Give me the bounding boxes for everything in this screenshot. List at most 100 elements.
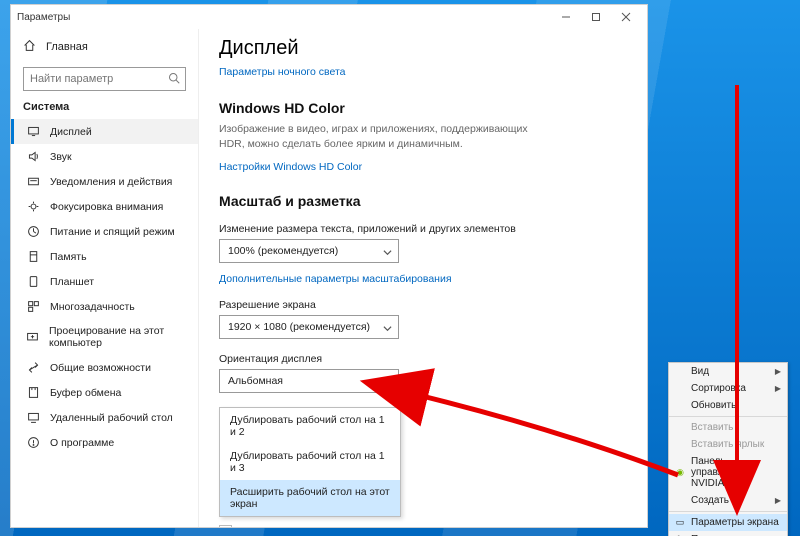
sidebar-item-label: Проецирование на этот компьютер [49,325,186,349]
night-light-link[interactable]: Параметры ночного света [219,66,346,78]
sidebar-item[interactable]: Уведомления и действия [11,169,198,194]
sidebar-item-label: Общие возможности [50,362,151,374]
chevron-down-icon [383,378,392,390]
sidebar-item-label: Питание и спящий режим [50,226,175,238]
resolution-combo-value: 1920 × 1080 (рекомендуется) [228,321,370,333]
nav-icon [26,150,40,163]
checkbox-icon [219,525,232,527]
advanced-scaling-link[interactable]: Дополнительные параметры масштабирования [219,273,627,285]
multi-display-option[interactable]: Дублировать рабочий стол на 1 и 2 [220,408,400,444]
nav-icon [26,225,40,238]
scale-combo-value: 100% (рекомендуется) [228,245,338,257]
minimize-button[interactable] [551,5,581,29]
sidebar-item-label: Планшет [50,276,94,288]
nav-icon [26,175,40,188]
submenu-arrow-icon: ▶ [775,367,781,376]
sidebar-home[interactable]: Главная [11,35,198,59]
sidebar-item-label: Звук [50,151,72,163]
context-menu-item[interactable]: Вид ▶ [669,363,787,380]
sidebar-item[interactable]: Многозадачность [11,294,198,319]
sidebar-item[interactable]: Проецирование на этот компьютер [11,319,198,355]
scale-heading: Масштаб и разметка [219,193,627,209]
settings-window: Параметры Главная Система Дисплей Звук Уве… [10,4,648,528]
context-menu-item[interactable]: Сортировка ▶ [669,380,787,397]
sidebar-item[interactable]: Фокусировка внимания [11,194,198,219]
context-menu-item[interactable]: ✎Персонализация [669,531,787,536]
hd-color-desc: Изображение в видео, играх и приложениях… [219,122,549,151]
sidebar-item[interactable]: Звук [11,144,198,169]
sidebar-item-label: Фокусировка внимания [50,201,163,213]
nav-icon [26,125,40,138]
multi-display-dropdown[interactable]: Дублировать рабочий стол на 1 и 2Дублиро… [219,407,401,517]
context-menu-label: Вид [691,366,709,377]
nav-icon [26,300,40,313]
resolution-combo[interactable]: 1920 × 1080 (рекомендуется) [219,315,399,339]
hd-color-link[interactable]: Настройки Windows HD Color [219,161,627,173]
sidebar-nav: Дисплей Звук Уведомления и действия Фокусир… [11,119,198,455]
context-menu-item: Вставить [669,419,787,436]
search-input[interactable] [23,67,186,91]
orientation-combo-value: Альбомная [228,375,283,387]
search-icon [168,72,180,87]
context-menu-label: Создать [691,495,729,506]
context-menu-label: Панель управления NVIDIA [691,456,781,489]
sidebar-item[interactable]: Удаленный рабочий стол [11,405,198,430]
display-icon: ▭ [673,517,687,528]
context-menu-item[interactable]: Обновить [669,397,787,414]
sidebar-item[interactable]: Дисплей [11,119,198,144]
nav-icon [26,275,40,288]
context-menu-item[interactable]: ◉ Панель управления NVIDIA [669,453,787,492]
chevron-down-icon [383,248,392,260]
home-icon [23,39,36,55]
multi-display-option[interactable]: Дублировать рабочий стол на 1 и 3 [220,444,400,480]
chevron-down-icon [383,324,392,336]
scale-label: Изменение размера текста, приложений и д… [219,223,627,235]
nav-icon [26,361,40,374]
sidebar-item[interactable]: Питание и спящий режим [11,219,198,244]
sidebar-item-label: Память [50,251,87,263]
submenu-arrow-icon: ▶ [775,384,781,393]
sidebar-item[interactable]: Буфер обмена [11,380,198,405]
sidebar-item-label: О программе [50,437,114,449]
sidebar-category: Система [11,101,198,119]
context-menu-label: Вставить ярлык [691,439,764,450]
nav-icon [26,386,40,399]
sidebar-item-label: Уведомления и действия [50,176,172,188]
nav-icon [26,200,40,213]
sidebar-item[interactable]: Общие возможности [11,355,198,380]
sidebar-item-label: Многозадачность [50,301,135,313]
context-menu-item: Вставить ярлык [669,436,787,453]
page-title: Дисплей [219,37,627,60]
desktop-context-menu[interactable]: Вид ▶ Сортировка ▶ Обновить Вставить Вставить … [668,362,788,536]
orientation-label: Ориентация дисплея [219,353,627,365]
sidebar-item[interactable]: О программе [11,430,198,455]
sidebar-item-label: Буфер обмена [50,387,121,399]
sidebar-home-label: Главная [46,41,88,53]
nav-icon [26,411,40,424]
close-button[interactable] [611,5,641,29]
context-menu-label: Сортировка [691,383,746,394]
context-menu-item[interactable]: Создать ▶ [669,492,787,509]
sidebar-item-label: Удаленный рабочий стол [50,412,173,424]
nvidia-icon: ◉ [673,467,687,478]
orientation-combo[interactable]: Альбомная [219,369,399,393]
sidebar-item-label: Дисплей [50,126,92,138]
hd-color-heading: Windows HD Color [219,100,627,116]
context-menu-label: Вставить [691,422,733,433]
nav-icon [26,436,40,449]
sidebar: Главная Система Дисплей Звук Уведомления и… [11,29,199,527]
primary-display-label: Сделать основным дисплеем [238,526,382,527]
sidebar-item[interactable]: Память [11,244,198,269]
scale-combo[interactable]: 100% (рекомендуется) [219,239,399,263]
main-content: Дисплей Параметры ночного света Windows … [199,29,647,527]
primary-display-checkbox[interactable]: Сделать основным дисплеем [219,525,627,527]
submenu-arrow-icon: ▶ [775,496,781,505]
nav-icon [26,331,39,344]
context-menu-item[interactable]: ▭ Параметры экрана [669,514,787,531]
multi-display-option[interactable]: Расширить рабочий стол на этот экран [220,480,400,516]
titlebar: Параметры [11,5,647,29]
context-menu-label: Обновить [691,400,736,411]
maximize-button[interactable] [581,5,611,29]
sidebar-item[interactable]: Планшет [11,269,198,294]
context-menu-label: Параметры экрана [691,517,779,528]
